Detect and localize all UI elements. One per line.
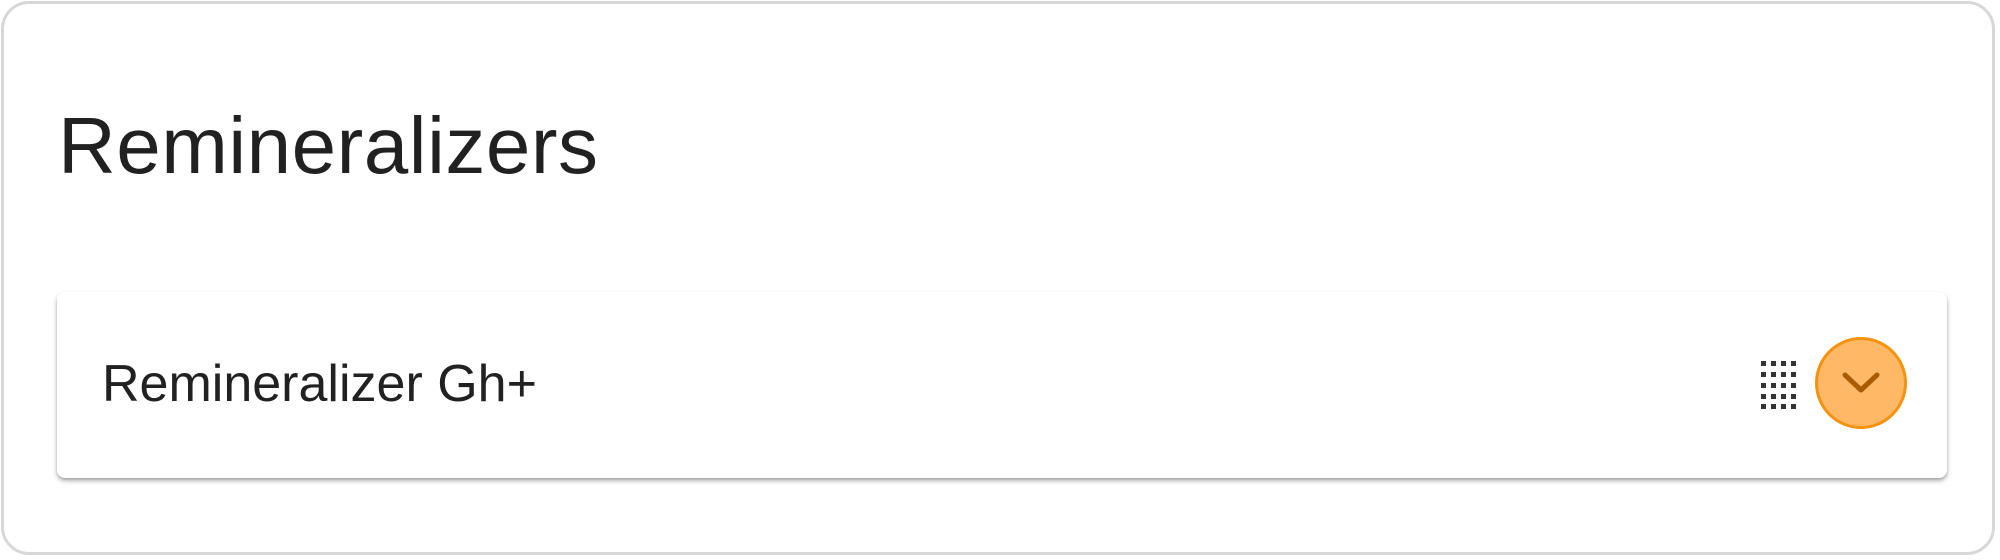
expand-button[interactable] (1815, 337, 1907, 429)
drag-handle-icon[interactable] (1760, 360, 1796, 410)
chevron-down-icon (1842, 372, 1880, 393)
list-item-remineralizer[interactable]: Remineralizer Gh+ (57, 292, 1947, 478)
section-title: Remineralizers (58, 101, 599, 190)
remineralizers-panel: Remineralizers Remineralizer Gh+ (1, 1, 1995, 555)
item-title: Remineralizer Gh+ (102, 355, 537, 413)
